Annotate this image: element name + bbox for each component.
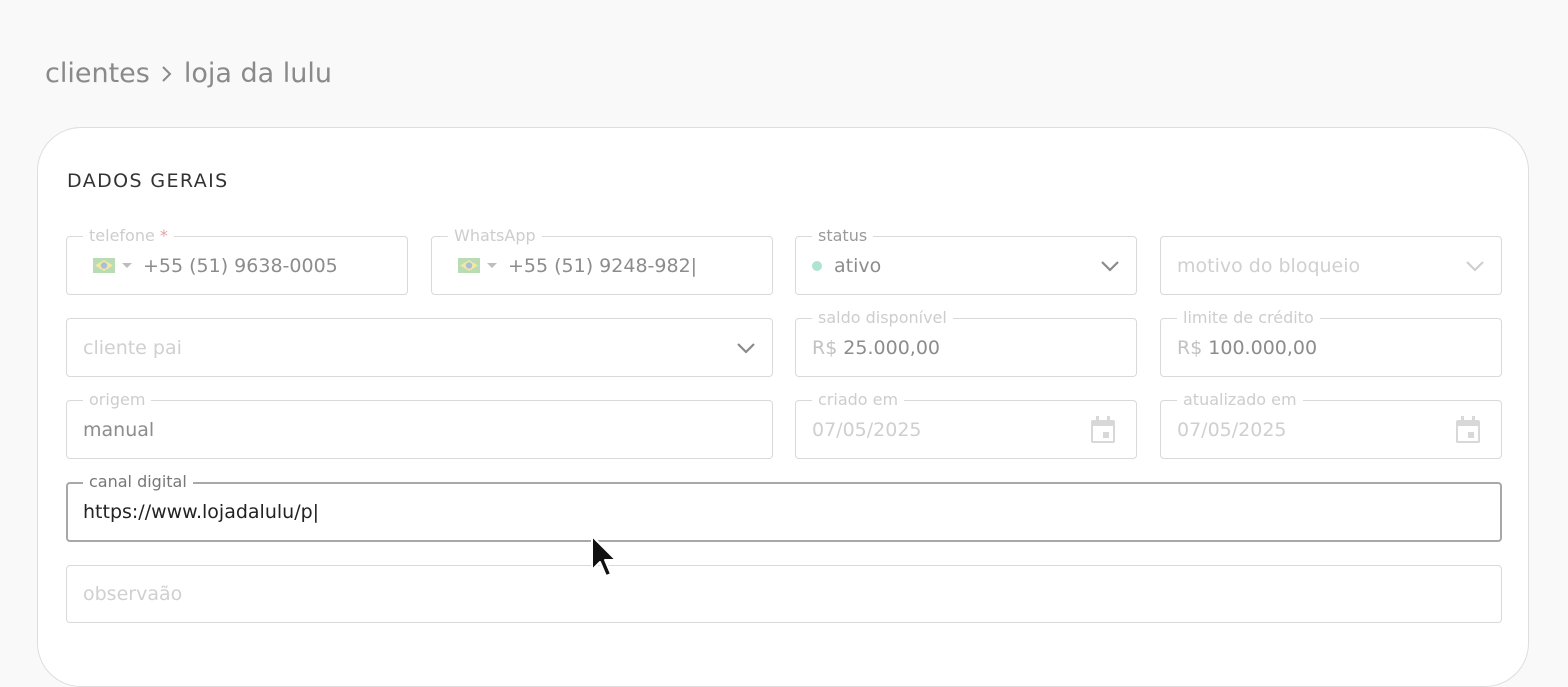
caret-down-icon [121, 262, 133, 270]
currency-prefix: R$ [812, 336, 838, 359]
saldo-disponivel-value: 25.000,00 [843, 336, 940, 359]
observacao-input[interactable]: observaão [66, 565, 1502, 623]
breadcrumb-current: loja da lulu [183, 58, 332, 89]
atualizado-em-field[interactable]: atualizado em 07/05/2025 [1160, 390, 1502, 459]
status-dot-icon [812, 260, 822, 271]
whatsapp-field[interactable]: WhatsApp +55 (51) 9248-982| [431, 226, 773, 295]
limite-credito-value: 100.000,00 [1208, 336, 1318, 359]
chevron-down-icon[interactable] [1465, 260, 1485, 272]
telefone-field[interactable]: telefone * +55 (51) 9638-0005 [66, 226, 408, 295]
status-value: ativo [834, 254, 882, 277]
breadcrumb-parent[interactable]: clientes [45, 58, 150, 89]
criado-em-value: 07/05/2025 [812, 418, 922, 441]
breadcrumb: clientes loja da lulu [45, 58, 332, 89]
status-select[interactable]: status ativo [795, 226, 1137, 295]
caret-down-icon [486, 262, 498, 270]
calendar-icon[interactable] [1455, 415, 1481, 444]
cliente-pai-select[interactable]: cliente pai [66, 318, 773, 377]
brazil-flag-icon[interactable] [93, 258, 133, 273]
brazil-flag-icon[interactable] [458, 258, 498, 273]
atualizado-em-value: 07/05/2025 [1177, 418, 1287, 441]
currency-prefix: R$ [1177, 336, 1203, 359]
origem-field[interactable]: origem manual [66, 390, 773, 459]
origem-value: manual [83, 418, 155, 441]
cliente-pai-placeholder: cliente pai [83, 336, 182, 359]
chevron-down-icon[interactable] [1100, 260, 1120, 272]
chevron-down-icon[interactable] [736, 342, 756, 354]
canal-digital-input[interactable]: canal digital https://www.lojadalulu/p| [66, 472, 1502, 542]
observacao-placeholder: observaão [83, 583, 183, 605]
section-title: DADOS GERAIS [67, 170, 229, 192]
mouse-cursor-icon [590, 534, 622, 584]
canal-digital-value: https://www.lojadalulu/p| [83, 501, 320, 523]
motivo-bloqueio-placeholder: motivo do bloqueio [1177, 254, 1361, 277]
telefone-value: +55 (51) 9638-0005 [143, 254, 338, 277]
motivo-bloqueio-select[interactable]: motivo do bloqueio [1160, 236, 1502, 295]
limite-credito-field[interactable]: limite de crédito R$ 100.000,00 [1160, 308, 1502, 377]
whatsapp-value: +55 (51) 9248-982| [508, 254, 698, 277]
criado-em-field[interactable]: criado em 07/05/2025 [795, 390, 1137, 459]
general-data-card: DADOS GERAIS telefone * +55 (51) 9638-00… [37, 127, 1529, 687]
chevron-right-icon [160, 65, 174, 83]
saldo-disponivel-field[interactable]: saldo disponível R$ 25.000,00 [795, 308, 1137, 377]
calendar-icon[interactable] [1090, 415, 1116, 444]
